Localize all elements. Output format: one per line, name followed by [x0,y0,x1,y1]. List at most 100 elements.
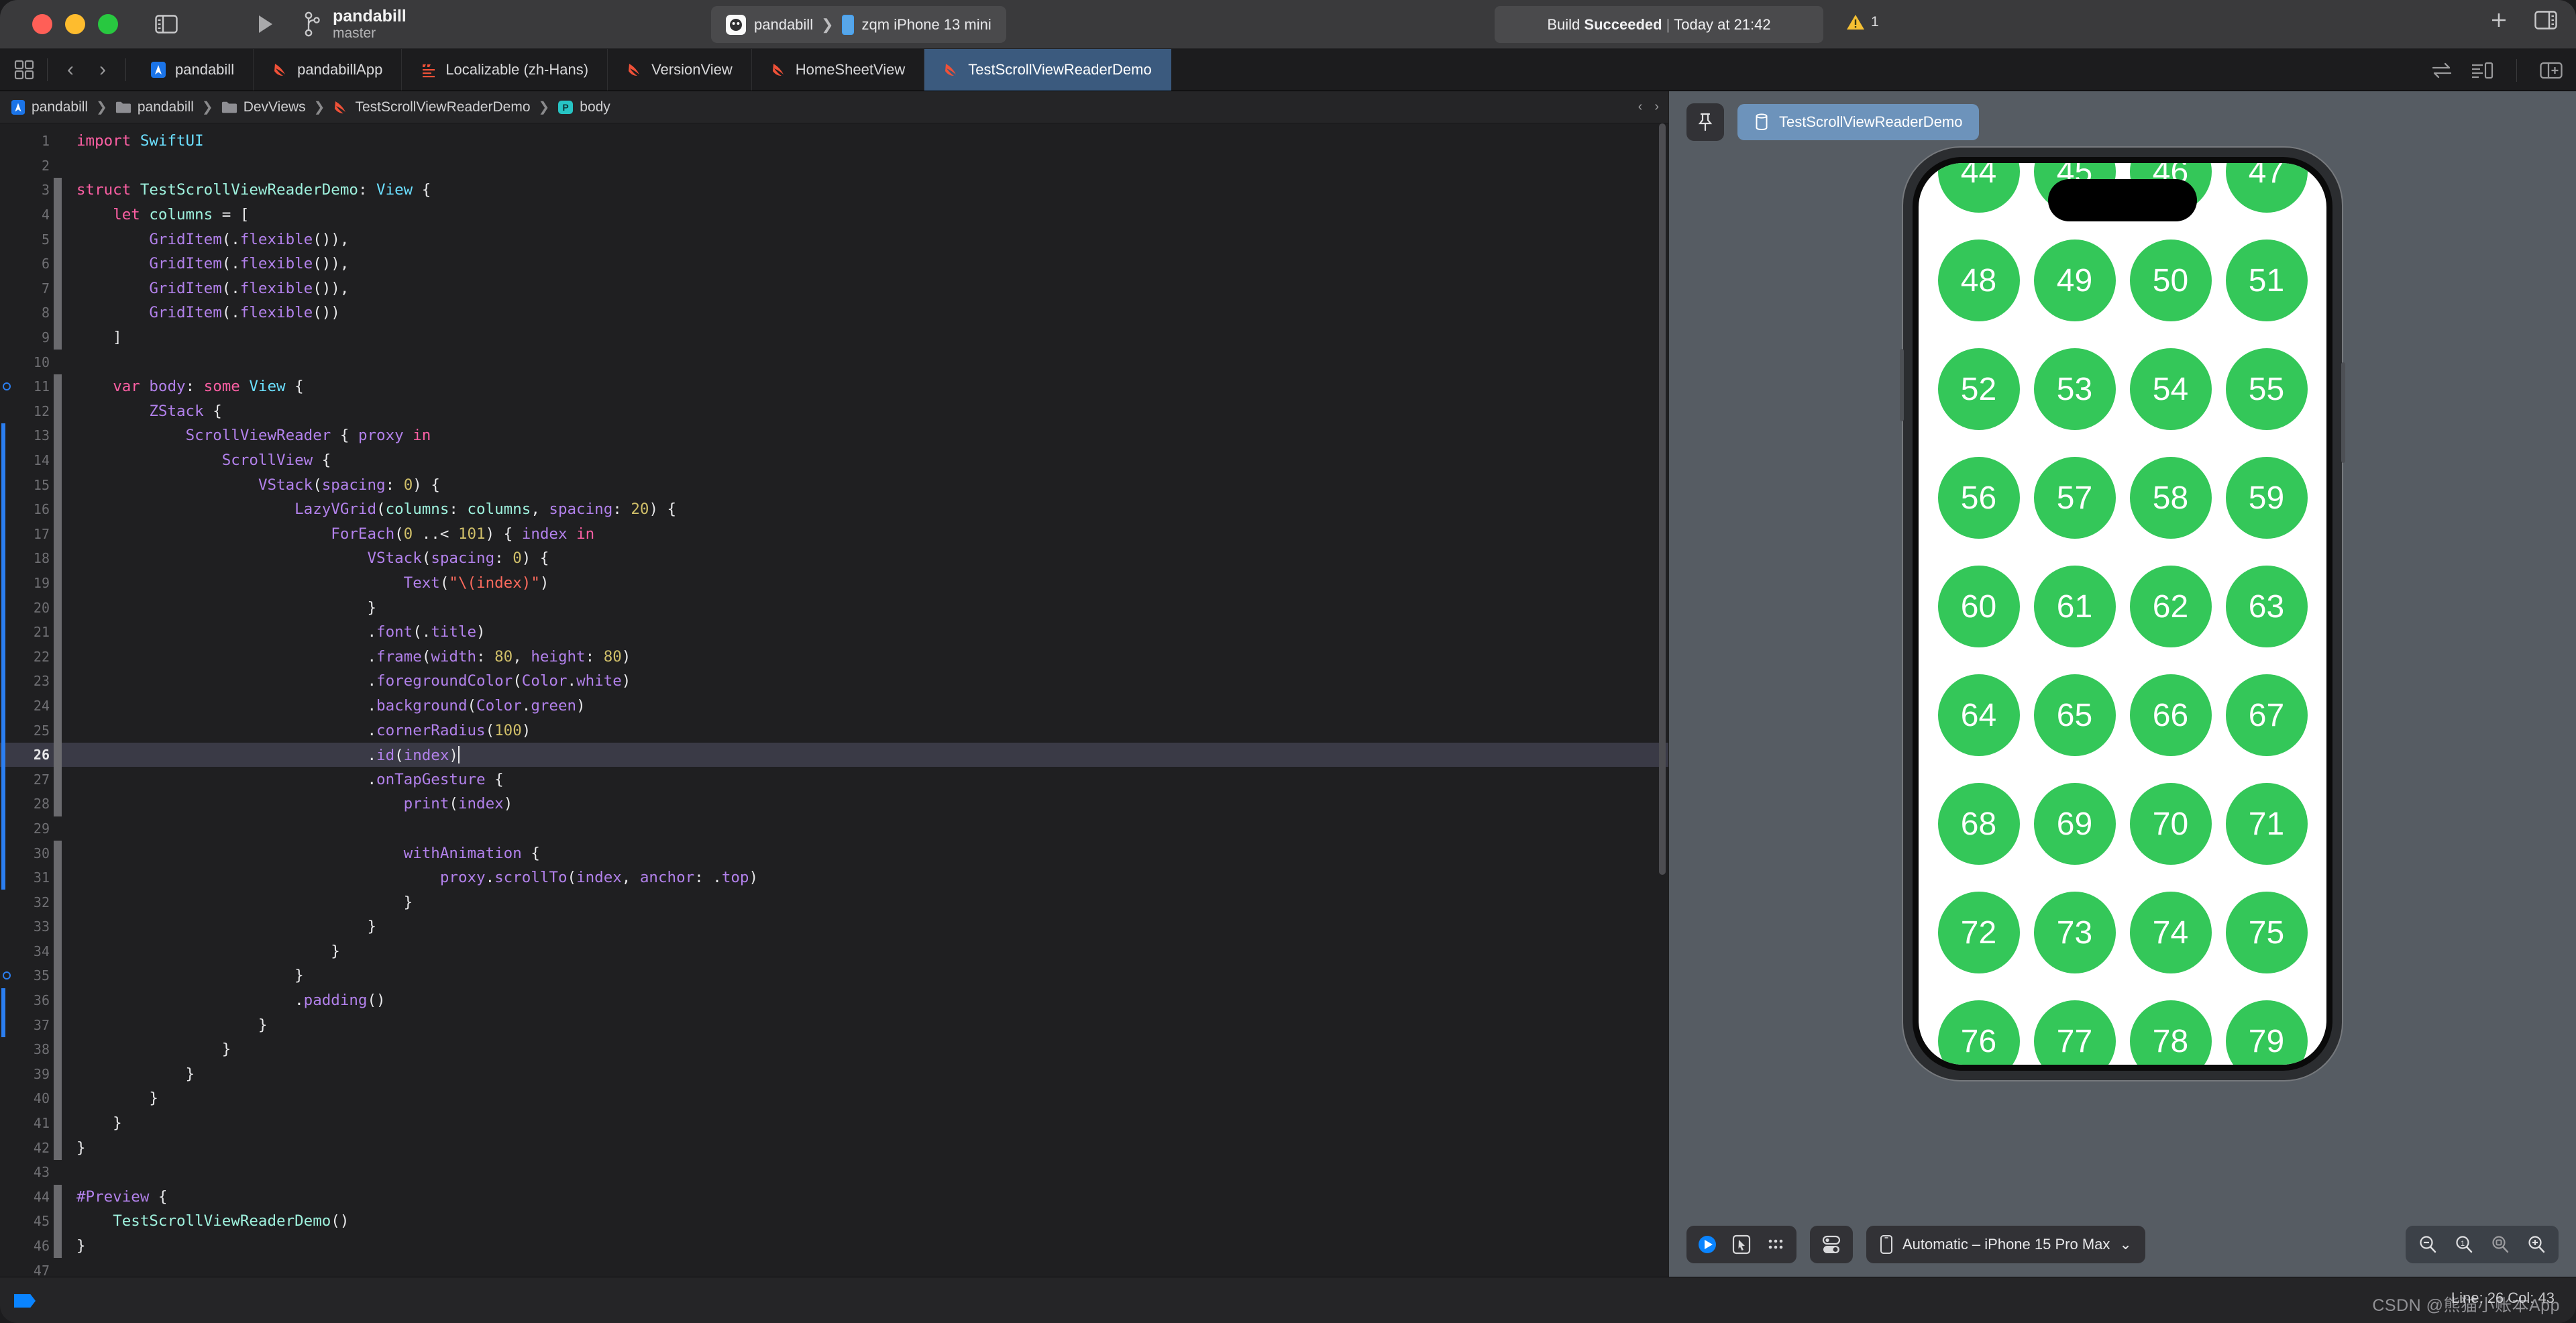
code-fold-ribbon[interactable] [54,939,62,964]
change-indicator[interactable] [1,816,5,841]
code-line[interactable]: 37 } [0,1012,1668,1037]
preview-grid-cell[interactable]: 50 [2129,240,2212,321]
preview-grid-cell[interactable]: 65 [2033,674,2116,756]
preview-grid-cell[interactable]: 51 [2225,240,2308,321]
pin-preview-button[interactable] [1686,103,1724,141]
preview-grid-cell[interactable]: 57 [2033,457,2116,539]
change-indicator[interactable] [1,570,5,596]
code-line[interactable]: 10 [0,350,1668,374]
change-indicator[interactable] [1,841,5,865]
code-line[interactable]: 17 ForEach(0 ..< 101) { index in [0,521,1668,547]
code-line[interactable]: 25 .cornerRadius(100) [0,718,1668,743]
run-button[interactable] [247,9,284,40]
code-line[interactable]: 1 import SwiftUI [0,129,1668,154]
preview-grid-cell[interactable]: 56 [1937,457,2020,539]
code-fold-ribbon[interactable] [54,350,62,374]
code-line[interactable]: 46} [0,1233,1668,1259]
preview-name-chip[interactable]: TestScrollViewReaderDemo [1737,104,1979,140]
code-line[interactable]: 39 } [0,1061,1668,1087]
add-assistant-editor-icon[interactable] [2540,61,2563,80]
code-fold-ribbon[interactable] [54,767,62,792]
code-fold-ribbon[interactable] [54,1135,62,1160]
code-line[interactable]: 32 } [0,890,1668,914]
tab-localizable-strings[interactable]: Localizable (zh-Hans) [402,49,608,91]
code-line[interactable]: 11 var body: some View { [0,374,1668,399]
code-fold-ribbon[interactable] [54,865,62,890]
lazyvgrid-preview[interactable]: 44 45 46 47 48 49 50 51 52 53 54 55 56 57 58 59 60 61 62 63… [1919,163,2326,1065]
code-fold-ribbon[interactable] [54,988,62,1013]
code-line[interactable]: 9 ] [0,325,1668,350]
code-fold-ribbon[interactable] [54,1209,62,1234]
code-line[interactable]: 30 withAnimation { [0,841,1668,865]
code-fold-ribbon[interactable] [54,570,62,596]
breadcrumb-item-symbol[interactable]: P body [557,99,610,115]
change-indicator[interactable] [1,767,5,792]
code-fold-ribbon[interactable] [54,914,62,939]
preview-grid-cell[interactable]: 48 [1937,240,2020,321]
code-line[interactable]: 7 GridItem(.flexible()), [0,276,1668,301]
code-fold-ribbon[interactable] [54,669,62,694]
code-line[interactable]: 36 .padding() [0,988,1668,1013]
code-fold-ribbon[interactable] [54,227,62,252]
preview-grid-cell[interactable]: 63 [2225,566,2308,647]
code-fold-ribbon[interactable] [54,447,62,473]
tab-pandabill-project[interactable]: pandabill [131,49,254,91]
next-symbol-button[interactable]: › [1654,99,1659,115]
code-line[interactable]: 33 } [0,914,1668,939]
preview-grid-cell[interactable]: 70 [2129,783,2212,865]
code-fold-ribbon[interactable] [54,202,62,227]
previous-symbol-button[interactable]: ‹ [1638,99,1643,115]
zoom-out-button[interactable] [2418,1234,2438,1255]
breadcrumb-item-project[interactable]: pandabill [11,99,88,115]
preview-grid-cell[interactable]: 71 [2225,783,2308,865]
source-code-editor[interactable]: 1 import SwiftUI 2 3 struct TestScrollViewRe… [0,123,1668,1277]
change-indicator[interactable] [1,718,5,743]
code-fold-ribbon[interactable] [54,841,62,865]
code-fold-ribbon[interactable] [54,374,62,399]
navigate-forward-button[interactable]: › [88,54,117,85]
preview-grid-cell[interactable]: 47 [2225,163,2308,213]
editor-vertical-scrollbar[interactable] [1659,123,1666,875]
breadcrumb-item-group[interactable]: pandabill [115,99,194,115]
code-fold-ribbon[interactable] [54,423,62,448]
code-line[interactable]: 26 .id(index) [0,742,1668,768]
code-line[interactable]: 41 } [0,1110,1668,1136]
preview-grid-cell[interactable]: 54 [2129,348,2212,430]
tab-versionview[interactable]: VersionView [608,49,752,91]
tab-pandabillApp[interactable]: pandabillApp [254,49,402,91]
zoom-actual-size-button[interactable]: 1 [2454,1234,2474,1255]
preview-grid-cell[interactable]: 44 [1937,163,2020,213]
change-indicator[interactable] [1,619,5,645]
code-line[interactable]: 4 let columns = [ [0,202,1668,227]
code-line[interactable]: 15 VStack(spacing: 0) { [0,472,1668,497]
code-line[interactable]: 16 LazyVGrid(columns: columns, spacing: … [0,496,1668,522]
variants-preview-button[interactable] [1766,1234,1786,1255]
code-fold-ribbon[interactable] [54,644,62,670]
change-indicator[interactable] [1,742,5,768]
code-line[interactable]: 43 [0,1160,1668,1185]
tab-overview-icon[interactable] [9,54,39,85]
preview-grid-cell[interactable]: 79 [2225,1000,2308,1065]
code-line[interactable]: 42} [0,1135,1668,1160]
preview-grid-cell[interactable]: 49 [2033,240,2116,321]
preview-grid-cell[interactable]: 67 [2225,674,2308,756]
preview-screen[interactable]: 44 45 46 47 48 49 50 51 52 53 54 55 56 57 58 59 60 61 62 63… [1919,163,2326,1065]
change-indicator[interactable] [1,693,5,719]
code-fold-ribbon[interactable] [54,1233,62,1259]
add-editor-button[interactable] [2487,9,2510,32]
preview-grid-cell[interactable]: 78 [2129,1000,2212,1065]
code-line[interactable]: 40 } [0,1086,1668,1111]
scheme-selector[interactable]: pandabill master [302,7,407,41]
code-fold-ribbon[interactable] [54,1110,62,1136]
code-fold-ribbon[interactable] [54,963,62,988]
preview-grid-cell[interactable]: 53 [2033,348,2116,430]
code-line[interactable]: 27 .onTapGesture { [0,767,1668,792]
preview-grid-cell[interactable]: 72 [1937,892,2020,973]
preview-grid-cell[interactable]: 64 [1937,674,2020,756]
code-fold-ribbon[interactable] [54,1184,62,1210]
change-indicator[interactable] [1,988,5,1013]
code-line[interactable]: 14 ScrollView { [0,447,1668,473]
code-line[interactable]: 22 .frame(width: 80, height: 80) [0,644,1668,670]
code-fold-ribbon[interactable] [54,472,62,497]
breadcrumb-item-devviews[interactable]: DevViews [221,99,306,115]
